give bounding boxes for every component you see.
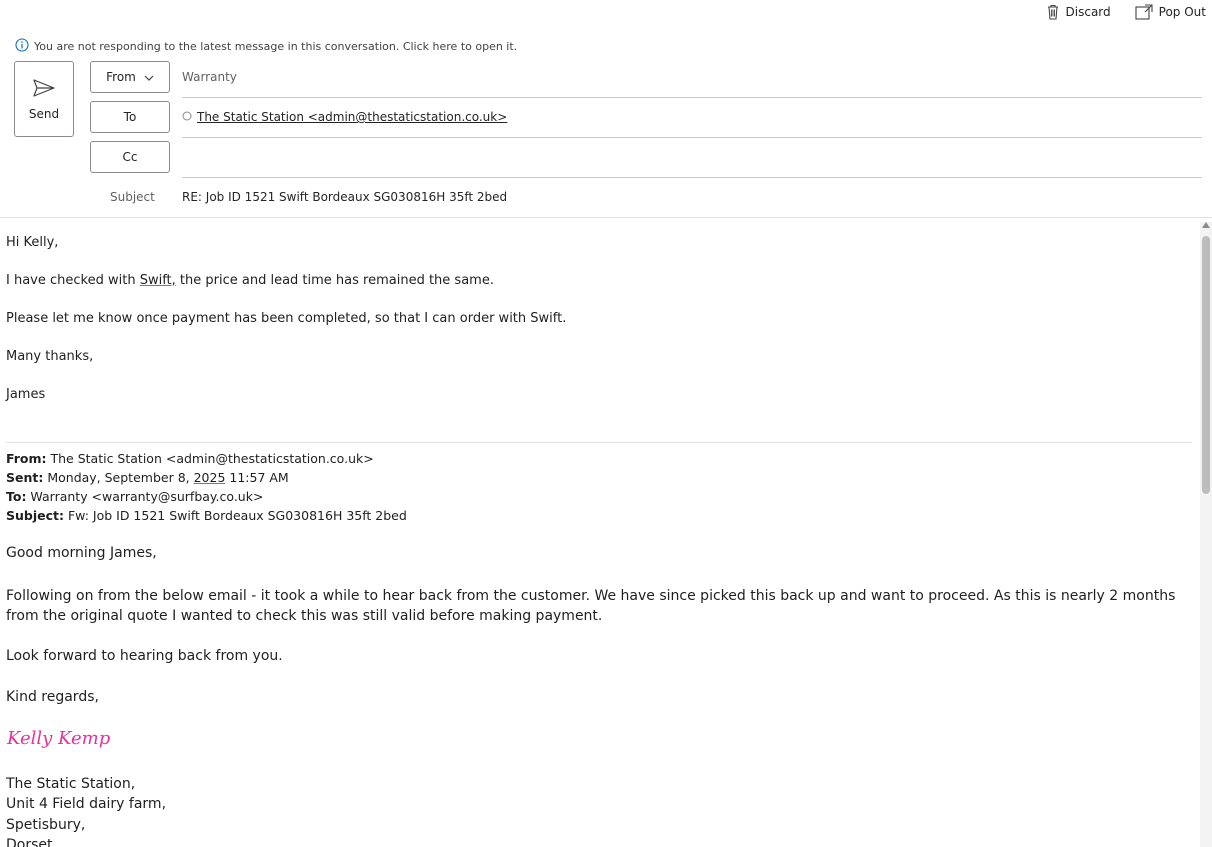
from-label: From xyxy=(106,70,136,84)
reply-line-1-c: the price and lead time has remained the… xyxy=(175,273,494,288)
to-label: To xyxy=(123,110,137,124)
quoted-to-label: To: xyxy=(6,489,27,504)
pop-out-icon xyxy=(1135,4,1153,20)
command-bar: Discard Pop Out xyxy=(1046,0,1212,24)
from-divider xyxy=(182,97,1202,98)
quoted-regards: Kind regards, xyxy=(6,689,99,705)
chevron-down-icon xyxy=(144,70,154,84)
info-icon xyxy=(15,38,29,55)
banner-text: You are not responding to the latest mes… xyxy=(34,40,518,53)
quoted-lookforward: Look forward to hearing back from you. xyxy=(6,648,283,664)
quoted-subject-value: Fw: Job ID 1521 Swift Bordeaux SG030816H… xyxy=(64,508,407,523)
quoted-sent-value-b: 11:57 AM xyxy=(225,470,289,485)
from-value: Warranty xyxy=(182,70,237,84)
quote-divider xyxy=(6,442,1192,443)
quoted-to-value: Warranty <warranty@surfbay.co.uk> xyxy=(26,489,264,504)
cc-label: Cc xyxy=(122,150,138,164)
quoted-from: From: The Static Station <admin@thestati… xyxy=(6,451,374,466)
conversation-info-banner[interactable]: You are not responding to the latest mes… xyxy=(15,38,517,55)
quoted-from-value: The Static Station <admin@thestaticstati… xyxy=(46,451,374,466)
send-button[interactable]: Send xyxy=(14,61,74,137)
address-line: Spetisbury, xyxy=(6,817,86,833)
quoted-sent-label: Sent: xyxy=(6,470,44,485)
reply-closing: Many thanks, xyxy=(6,349,94,364)
quoted-sent-value-a: Monday, September 8, xyxy=(43,470,194,485)
scroll-up-arrow-icon[interactable] xyxy=(1202,222,1210,228)
trash-icon xyxy=(1046,4,1060,20)
cc-field[interactable] xyxy=(182,177,1202,178)
quoted-to: To: Warranty <warranty@surfbay.co.uk> xyxy=(6,489,263,504)
reply-greeting: Hi Kelly, xyxy=(6,235,59,250)
to-recipient-text: The Static Station <admin@thestaticstati… xyxy=(197,110,508,124)
discard-label: Discard xyxy=(1065,5,1111,19)
quoted-sent-year: 2025 xyxy=(193,470,226,485)
quoted-paragraph: Following on from the below email - it t… xyxy=(6,588,1176,624)
quoted-subject-label: Subject: xyxy=(6,508,64,523)
to-recipient-chip[interactable]: The Static Station <admin@thestaticstati… xyxy=(182,110,507,124)
address-line: Unit 4 Field dairy farm, xyxy=(6,796,167,812)
reply-line-1: I have checked with Swift, the price and… xyxy=(6,273,494,288)
reply-line-2: Please let me know once payment has been… xyxy=(6,311,567,326)
scrollbar-thumb[interactable] xyxy=(1202,236,1210,494)
to-button[interactable]: To xyxy=(90,101,170,133)
send-icon xyxy=(32,78,56,101)
spellcheck-word[interactable]: Swift, xyxy=(140,273,176,288)
presence-icon xyxy=(182,110,192,124)
cc-button[interactable]: Cc xyxy=(90,141,170,173)
subject-input[interactable]: RE: Job ID 1521 Swift Bordeaux SG030816H… xyxy=(182,190,507,204)
to-field[interactable] xyxy=(182,137,1202,138)
reply-name: James xyxy=(6,387,46,402)
address-line: Dorset xyxy=(6,837,53,847)
quoted-greeting: Good morning James, xyxy=(6,545,157,561)
send-label: Send xyxy=(28,106,60,121)
quoted-from-label: From: xyxy=(6,451,47,466)
pop-out-label: Pop Out xyxy=(1158,5,1206,19)
quoted-sent: Sent: Monday, September 8, 2025 11:57 AM xyxy=(6,470,289,485)
reply-line-1-a: I have checked with xyxy=(6,273,140,288)
message-body[interactable]: Hi Kelly, I have checked with Swift, the… xyxy=(0,218,1200,847)
subject-label: Subject xyxy=(110,190,155,204)
address-line: The Static Station, xyxy=(6,776,136,792)
pop-out-button[interactable]: Pop Out xyxy=(1135,4,1206,20)
signature: Kelly Kemp xyxy=(7,728,111,749)
from-button[interactable]: From xyxy=(90,61,170,93)
quoted-subject: Subject: Fw: Job ID 1521 Swift Bordeaux … xyxy=(6,508,407,523)
discard-button[interactable]: Discard xyxy=(1046,4,1111,20)
